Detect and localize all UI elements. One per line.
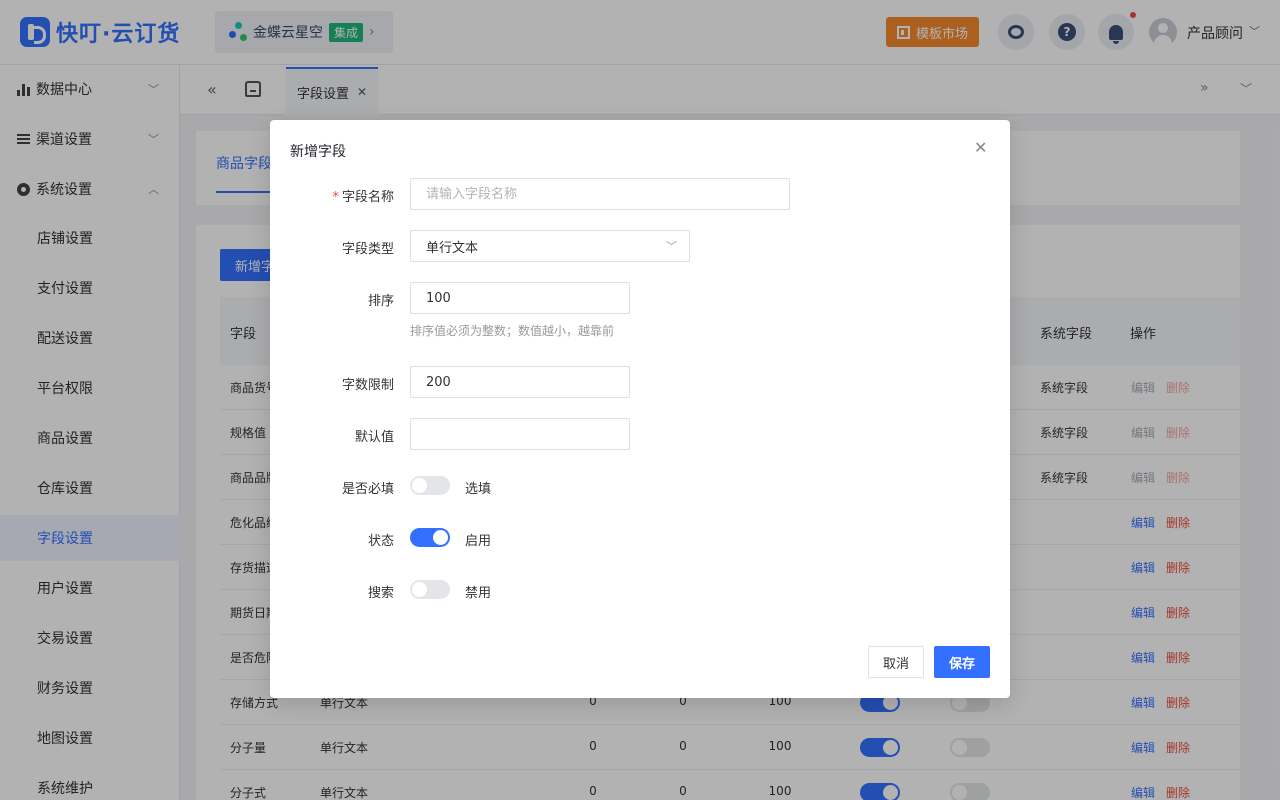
add-field-dialog: 新增字段 ✕ *字段名称 字段类型 单行文本 ﹀ 排序 排序值必须为整数；数值越… xyxy=(270,120,1010,698)
save-label: 保存 xyxy=(948,656,975,672)
sort-label: 排序 xyxy=(367,294,394,309)
field-type-value: 单行文本 xyxy=(426,240,479,256)
status-toggle[interactable] xyxy=(410,528,450,547)
required-asterisk: * xyxy=(332,190,339,205)
search-toggle[interactable] xyxy=(410,580,450,599)
status-label: 状态 xyxy=(367,534,394,549)
required-state: 选填 xyxy=(465,482,492,497)
required-label: 是否必填 xyxy=(341,482,394,497)
char-limit-input[interactable] xyxy=(410,366,630,398)
search-state: 禁用 xyxy=(465,586,492,601)
sort-input[interactable] xyxy=(410,282,630,314)
cancel-button[interactable]: 取消 xyxy=(868,646,924,678)
default-value-label: 默认值 xyxy=(354,430,394,445)
cancel-label: 取消 xyxy=(882,656,909,672)
dialog-title: 新增字段 xyxy=(290,144,346,160)
status-state: 启用 xyxy=(465,534,492,549)
save-button[interactable]: 保存 xyxy=(934,646,990,678)
field-type-label: 字段类型 xyxy=(341,242,394,257)
char-limit-label: 字数限制 xyxy=(341,378,394,393)
field-name-input[interactable] xyxy=(410,178,790,210)
search-label: 搜索 xyxy=(367,586,394,601)
field-name-label: * 字段名称 xyxy=(270,186,394,205)
field-type-select[interactable]: 单行文本 ﹀ xyxy=(410,230,690,262)
close-icon[interactable]: ✕ xyxy=(974,138,987,157)
field-name-label-text: 字段名称 xyxy=(341,190,394,205)
chevron-down-icon: ﹀ xyxy=(666,240,677,253)
required-toggle[interactable] xyxy=(410,476,450,495)
sort-hint: 排序值必须为整数；数值越小，越靠前 xyxy=(410,324,615,338)
default-value-input[interactable] xyxy=(410,418,630,450)
